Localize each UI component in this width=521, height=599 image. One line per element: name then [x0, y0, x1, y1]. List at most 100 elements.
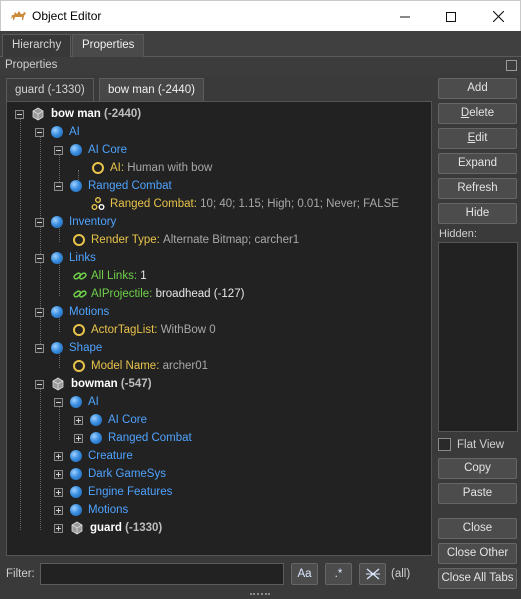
collapse-icon[interactable] [35, 217, 44, 227]
flat-view-toggle[interactable]: Flat View [438, 438, 504, 451]
folder-ball-icon [51, 306, 63, 318]
maximize-icon [446, 11, 456, 22]
collapse-icon[interactable] [35, 343, 44, 353]
tab-hierarchy[interactable]: Hierarchy [2, 34, 72, 57]
outer-tab-bar: Hierarchy Properties [0, 31, 521, 58]
expand-button[interactable]: Expand [438, 153, 517, 174]
collapse-icon[interactable] [54, 397, 63, 407]
chain-link-icon [73, 272, 87, 280]
collapse-icon[interactable] [54, 181, 63, 191]
clear-filter-button[interactable] [359, 563, 386, 585]
property-tree[interactable]: bow man (-2440) AI AI Core AI: Human wit… [6, 101, 432, 556]
tree-group-ai-core[interactable]: AI Core [74, 411, 147, 429]
tree-prop-ai[interactable]: AI: Human with bow [92, 159, 212, 177]
filter-scope-label: (all) [391, 568, 411, 580]
collapse-icon[interactable] [15, 109, 24, 119]
node-id: (-547) [120, 378, 152, 390]
folder-ball-icon [51, 216, 63, 228]
expand-icon[interactable] [54, 505, 63, 515]
property-ring-icon [73, 360, 85, 372]
node-id: (-2440) [104, 108, 142, 120]
expand-icon[interactable] [54, 469, 63, 479]
folder-ball-icon [90, 432, 102, 444]
property-ring-icon [73, 234, 85, 246]
close-other-button[interactable]: Close Other [438, 543, 517, 564]
close-icon [492, 11, 504, 22]
expand-icon[interactable] [54, 451, 63, 461]
folder-ball-icon [51, 126, 63, 138]
filter-input[interactable] [40, 563, 284, 585]
clear-filter-icon [365, 568, 380, 580]
tree-group-motions[interactable]: Motions [35, 303, 109, 321]
hide-button[interactable]: Hide [438, 203, 517, 224]
refresh-button[interactable]: Refresh [438, 178, 517, 199]
tree-group-ai-core[interactable]: AI Core [54, 141, 127, 159]
regex-button[interactable]: .* [325, 563, 352, 585]
camel-icon [11, 11, 26, 20]
undock-icon[interactable] [506, 60, 517, 71]
close-all-tabs-button[interactable]: Close All Tabs [438, 568, 517, 589]
expand-icon[interactable] [74, 415, 83, 425]
tree-prop-render-type[interactable]: Render Type: Alternate Bitmap; carcher1 [73, 231, 299, 249]
folder-ball-icon [51, 252, 63, 264]
folder-ball-icon [90, 414, 102, 426]
delete-button[interactable]: Delete [438, 103, 517, 124]
panel-title: Properties [5, 59, 58, 71]
collapse-icon[interactable] [35, 253, 44, 263]
property-ring-icon [92, 162, 104, 174]
copy-button[interactable]: Copy [438, 458, 517, 479]
hidden-list[interactable] [438, 242, 518, 432]
tree-group-links[interactable]: Links [35, 249, 96, 267]
close-button[interactable]: Close [438, 518, 517, 539]
expand-icon[interactable] [54, 487, 63, 497]
flat-view-checkbox[interactable] [438, 438, 451, 451]
tab-bow-man[interactable]: bow man (-2440) [99, 78, 204, 102]
collapse-icon[interactable] [35, 127, 44, 137]
add-button[interactable]: Add [438, 78, 517, 99]
tree-prop-ranged-combat[interactable]: Ranged Combat: 10; 40; 1.15; High; 0.01;… [91, 195, 399, 213]
tree-prop-actortaglist[interactable]: ActorTagList: WithBow 0 [73, 321, 216, 339]
tree-link-all-links[interactable]: All Links: 1 [73, 267, 147, 285]
tree-group-ai[interactable]: AI [54, 393, 99, 411]
tree-group-ranged-combat[interactable]: Ranged Combat [54, 177, 172, 195]
tree-group-ranged-combat[interactable]: Ranged Combat [74, 429, 192, 447]
tree-link-aiprojectile[interactable]: AIProjectile: broadhead (-127) [73, 285, 244, 303]
tree-root-bowman[interactable]: bowman (-547) [35, 375, 152, 393]
node-name: guard [90, 522, 122, 534]
collapse-icon[interactable] [35, 307, 44, 317]
folder-ball-icon [70, 450, 82, 462]
tree-group-inventory[interactable]: Inventory [35, 213, 116, 231]
tree-root-bow-man[interactable]: bow man (-2440) [15, 105, 141, 123]
node-name: bowman [71, 378, 118, 390]
expand-icon[interactable] [54, 523, 63, 533]
resize-grip[interactable] [250, 593, 270, 597]
tree-root-guard[interactable]: guard (-1330) [54, 519, 162, 537]
tree-group-creature[interactable]: Creature [54, 447, 133, 465]
maximize-button[interactable] [428, 1, 474, 32]
filter-bar: Filter: Aa .* (all) [6, 562, 432, 586]
tab-guard[interactable]: guard (-1330) [6, 78, 94, 102]
collapse-icon[interactable] [54, 145, 63, 155]
tree-prop-model-name[interactable]: Model Name: archer01 [73, 357, 208, 375]
paste-button[interactable]: Paste [438, 483, 517, 504]
folder-ball-icon [70, 144, 82, 156]
tree-group-dark-gamesys[interactable]: Dark GameSys [54, 465, 166, 483]
tree-group-shape[interactable]: Shape [35, 339, 102, 357]
edit-button[interactable]: Edit [438, 128, 517, 149]
match-case-button[interactable]: Aa [291, 563, 318, 585]
tree-group-engine-features[interactable]: Engine Features [54, 483, 172, 501]
object-cube-icon [52, 377, 64, 391]
tree-group-motions[interactable]: Motions [54, 501, 128, 519]
collapse-icon[interactable] [35, 379, 44, 389]
tree-group-ai[interactable]: AI [35, 123, 80, 141]
folder-ball-icon [70, 486, 82, 498]
close-window-button[interactable] [475, 1, 521, 32]
node-name: bow man [51, 108, 101, 120]
tab-properties[interactable]: Properties [72, 34, 145, 58]
expand-icon[interactable] [74, 433, 83, 443]
object-tab-bar: guard (-1330) bow man (-2440) [6, 78, 432, 102]
node-id: (-1330) [125, 522, 163, 534]
object-cube-icon [32, 107, 44, 121]
title-bar: Object Editor [0, 0, 521, 31]
minimize-button[interactable] [382, 1, 428, 32]
